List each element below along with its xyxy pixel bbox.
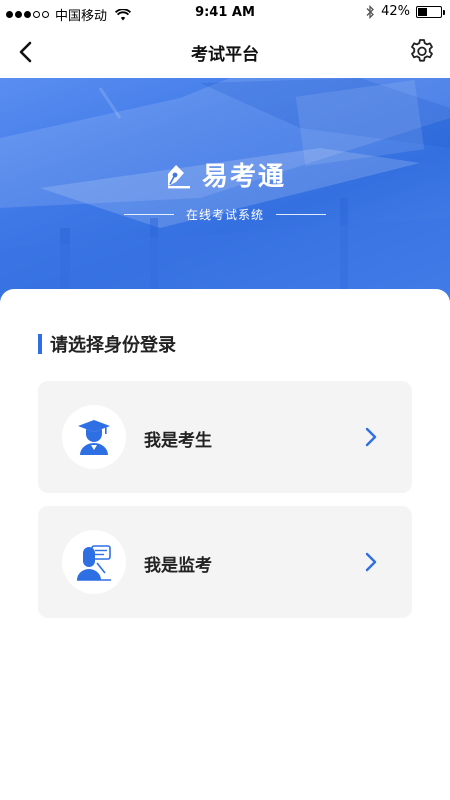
hero-subtitle: 在线考试系统 xyxy=(185,208,264,222)
section-title: 请选择身份登录 xyxy=(50,335,176,356)
classroom-background-image xyxy=(0,78,450,308)
student-graduate-icon xyxy=(78,420,110,455)
brand-logo: 易考通 xyxy=(0,156,450,193)
section-header: 请选择身份登录 xyxy=(38,331,176,357)
battery-percent: 42% xyxy=(381,4,410,19)
section-accent-bar xyxy=(38,334,42,354)
brand-name: 易考通 xyxy=(201,162,286,192)
settings-gear-icon[interactable] xyxy=(408,37,436,65)
student-avatar xyxy=(62,405,126,469)
navigation-bar: 考试平台 xyxy=(0,26,450,78)
proctor-avatar xyxy=(62,530,126,594)
chevron-right-icon xyxy=(365,552,377,572)
chevron-right-icon xyxy=(365,427,377,447)
status-right: 42% xyxy=(365,4,445,19)
divider-left xyxy=(123,214,174,215)
proctor-login-option[interactable]: 我是监考 xyxy=(38,506,412,618)
divider-right xyxy=(276,214,326,215)
proctor-option-label: 我是监考 xyxy=(144,556,212,576)
battery-icon xyxy=(416,5,445,18)
bluetooth-icon xyxy=(366,4,375,19)
proctor-teacher-icon xyxy=(77,545,111,581)
student-login-option[interactable]: 我是考生 xyxy=(38,381,412,493)
status-bar: 中国移动 9:41 AM 42% xyxy=(0,0,450,26)
pen-logo-icon xyxy=(167,164,190,188)
hero-banner: 易考通 在线考试系统 xyxy=(0,78,450,308)
battery-level xyxy=(418,7,427,16)
student-option-label: 我是考生 xyxy=(144,431,212,451)
subtitle-row: 在线考试系统 xyxy=(0,206,450,223)
page-title: 考试平台 xyxy=(191,45,259,65)
content-panel: 请选择身份登录 我是考生 我是监考 xyxy=(0,289,450,800)
